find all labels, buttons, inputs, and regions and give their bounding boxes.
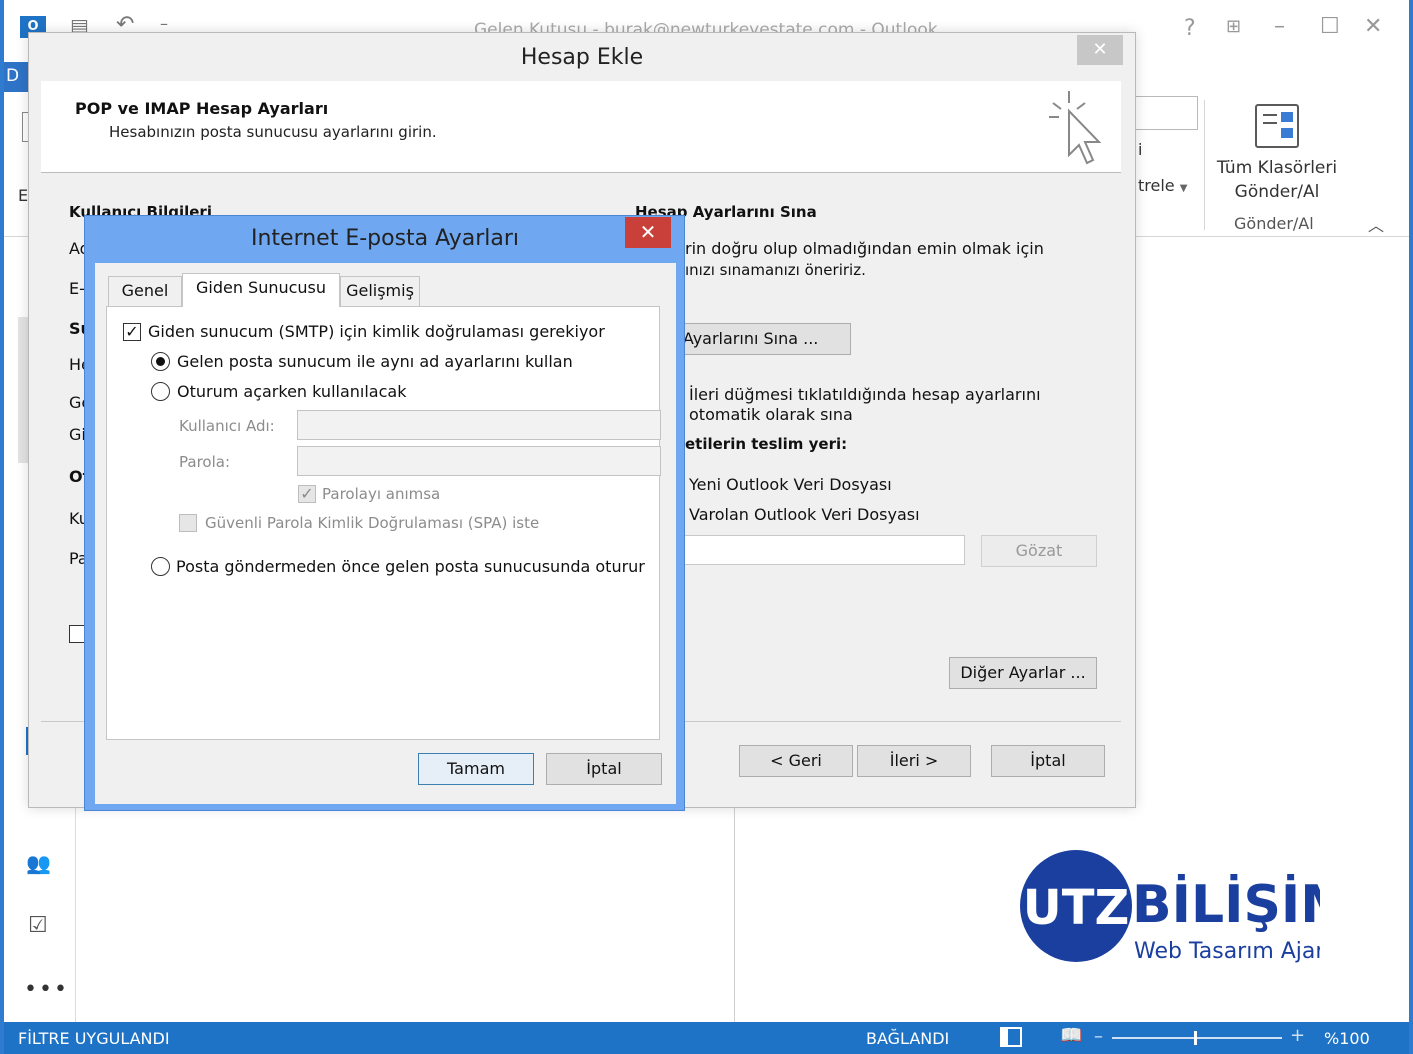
internet-email-settings-dialog: Internet E-posta Ayarları ✕ Genel Giden … — [84, 215, 685, 811]
tasks-icon[interactable]: ☑ — [28, 913, 48, 938]
auto-test-line1: İleri düğmesi tıklatıldığında hesap ayar… — [689, 385, 1041, 404]
normal-view-icon[interactable] — [1000, 1027, 1022, 1047]
same-settings-label: Gelen posta sunucum ile aynı ad ayarları… — [177, 352, 573, 371]
add-account-close-button[interactable]: ✕ — [1077, 35, 1123, 65]
minimize-icon[interactable]: – — [1274, 14, 1285, 39]
outgoing-server-panel: ✓ Giden sunucum (SMTP) için kimlik doğru… — [106, 306, 661, 740]
send-receive-icon — [1255, 104, 1299, 148]
people-icon[interactable]: 👥 — [26, 851, 51, 875]
send-receive-all-label-2: Gönder/Al — [1234, 182, 1320, 202]
remember-password-label: Parolayı anımsa — [322, 485, 441, 503]
add-account-cancel-button[interactable]: İptal — [991, 745, 1105, 777]
zoom-slider[interactable] — [1112, 1031, 1282, 1045]
zoom-out-icon[interactable]: – — [1094, 1026, 1103, 1047]
chevron-down-icon: ▼ — [1179, 183, 1188, 194]
next-button[interactable]: İleri > — [857, 745, 971, 777]
filter-status: FİLTRE UYGULANDI — [18, 1029, 170, 1048]
pop-imap-subtitle: Hesabınızın posta sunucusu ayarlarını gi… — [109, 123, 437, 141]
maximize-icon[interactable]: ☐ — [1320, 14, 1340, 39]
ribbon-group-label: Gönder/Al — [1234, 214, 1314, 233]
test-desc-line1: rin doğru olup olmadığından emin olmak i… — [685, 239, 1044, 258]
username-label: Kullanıcı Adı: — [179, 417, 275, 435]
more-settings-button[interactable]: Diğer Ayarlar ... — [949, 657, 1097, 689]
ribbon-separator — [1204, 100, 1205, 230]
ribbon-display-options-icon[interactable]: ⊞ — [1226, 16, 1241, 37]
connection-status: BAĞLANDI — [866, 1029, 950, 1048]
existing-data-file-option[interactable]: Varolan Outlook Veri Dosyası — [689, 505, 920, 524]
internet-settings-client: Genel Giden Sunucusu Gelişmiş ✓ Giden su… — [95, 263, 676, 804]
close-icon[interactable]: ✕ — [1364, 14, 1382, 39]
logo-tagline-text: Web Tasarım Ajansı — [1134, 939, 1320, 964]
tab-outgoing-server[interactable]: Giden Sunucusu — [182, 273, 340, 307]
cursor-click-icon — [1049, 91, 1102, 165]
internet-settings-cancel-button[interactable]: İptal — [546, 753, 662, 785]
smtp-auth-label: Giden sunucum (SMTP) için kimlik doğrula… — [148, 322, 605, 341]
spa-label: Güvenli Parola Kimlik Doğrulaması (SPA) … — [205, 514, 540, 532]
internet-settings-title: Internet E-posta Ayarları — [250, 226, 520, 251]
existing-data-file-path-input[interactable] — [653, 535, 965, 565]
logon-using-radio[interactable] — [151, 382, 170, 401]
logo-mark-icon: UTZ BİLİŞİM Web Tasarım Ajansı — [1020, 850, 1352, 964]
logo-mark-text: UTZ — [1023, 880, 1130, 936]
smtp-auth-checkbox[interactable]: ✓ — [123, 323, 141, 341]
send-receive-all-button[interactable]: Tüm Klasörleri Gönder/Al — [1210, 100, 1344, 212]
send-receive-all-label-1: Tüm Klasörleri — [1216, 158, 1338, 178]
same-settings-radio[interactable] — [151, 352, 170, 371]
pane-divider — [734, 805, 735, 1022]
password-input[interactable] — [297, 446, 661, 476]
logon-before-send-label: Posta göndermeden önce gelen posta sunuc… — [176, 557, 645, 576]
add-account-header: POP ve IMAP Hesap Ayarları Hesabınızın p… — [41, 81, 1121, 173]
zoom-in-icon[interactable]: + — [1290, 1025, 1305, 1046]
ribbon-partial-i: i — [1138, 140, 1143, 159]
auto-test-line2: otomatik olarak sına — [689, 405, 853, 424]
left-label-1: E- — [69, 279, 85, 298]
tab-general[interactable]: Genel — [108, 276, 182, 306]
spa-checkbox[interactable] — [179, 514, 197, 532]
logon-using-label: Oturum açarken kullanılacak — [177, 382, 407, 401]
back-button[interactable]: < Geri — [739, 745, 853, 777]
new-data-file-option[interactable]: Yeni Outlook Veri Dosyası — [689, 475, 892, 494]
pop-imap-heading: POP ve IMAP Hesap Ayarları — [75, 99, 329, 118]
search-people-box[interactable] — [1134, 96, 1198, 130]
filter-email-dropdown[interactable]: trele ▼ — [1138, 176, 1187, 195]
add-account-title: Hesap Ekle — [520, 45, 644, 70]
logon-before-send-radio[interactable] — [151, 557, 170, 576]
more-icon[interactable]: ••• — [24, 977, 69, 1002]
logo-name-text: BİLİŞİM — [1132, 874, 1320, 935]
add-account-titlebar: Hesap Ekle ✕ — [29, 33, 1135, 81]
browse-button[interactable]: Gözat — [981, 535, 1097, 567]
reading-view-icon[interactable]: 📖 — [1060, 1025, 1082, 1046]
internet-settings-close-button[interactable]: ✕ — [625, 217, 671, 248]
remember-password-checkbox[interactable]: ✓ — [298, 485, 316, 503]
deliver-to-heading: etilerin teslim yeri: — [685, 435, 848, 453]
tab-advanced[interactable]: Gelişmiş — [340, 276, 420, 306]
status-bar: FİLTRE UYGULANDI BAĞLANDI 📖 – + %100 — [4, 1022, 1409, 1054]
ok-button[interactable]: Tamam — [418, 753, 534, 785]
password-label: Parola: — [179, 453, 230, 471]
zoom-level[interactable]: %100 — [1324, 1029, 1370, 1048]
filter-email-label: trele — [1138, 176, 1175, 195]
collapse-ribbon-icon[interactable]: ︿ — [1368, 212, 1384, 236]
test-desc-line2: ınızı sınamanızı öneririz. — [685, 261, 866, 279]
utz-bilisim-logo: UTZ BİLİŞİM Web Tasarım Ajansı — [1020, 850, 1352, 970]
help-icon[interactable]: ? — [1184, 16, 1196, 41]
customize-qat-icon[interactable]: – — [160, 14, 168, 33]
username-input[interactable] — [297, 410, 661, 440]
